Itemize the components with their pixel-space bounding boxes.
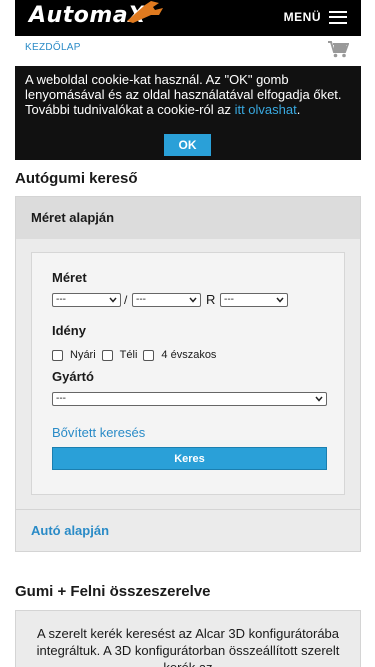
wrench-icon bbox=[127, 1, 163, 23]
profile-select-value: --- bbox=[136, 294, 146, 305]
search-button[interactable]: Keres bbox=[52, 447, 327, 470]
brand-select[interactable]: --- bbox=[52, 392, 327, 406]
size-search-form: Méret --- / --- R --- Idény Nyári Téli 4… bbox=[31, 252, 345, 495]
tab-car-label: Autó alapján bbox=[31, 523, 110, 538]
summer-checkbox[interactable] bbox=[52, 349, 63, 361]
profile-select[interactable]: --- bbox=[132, 293, 201, 307]
brand-label: Gyártó bbox=[52, 369, 94, 384]
allseason-checkbox[interactable] bbox=[143, 349, 155, 361]
tab-size-search[interactable]: Méret alapján bbox=[16, 197, 360, 239]
tab-car-search[interactable]: Autó alapján bbox=[16, 509, 360, 551]
rim-select-value: --- bbox=[224, 294, 234, 305]
summer-label: Nyári bbox=[70, 349, 96, 361]
home-link[interactable]: KEZDŐLAP bbox=[25, 42, 81, 53]
cookie-banner: A weboldal cookie-kat használ. Az "OK" g… bbox=[15, 66, 361, 160]
cookie-info-link[interactable]: itt olvashat bbox=[235, 102, 297, 117]
width-select-value: --- bbox=[56, 294, 66, 305]
breadcrumb-bar: KEZDŐLAP bbox=[15, 36, 361, 64]
allseason-label: 4 évszakos bbox=[161, 349, 217, 361]
cookie-text-end: . bbox=[296, 102, 301, 117]
size-separator: / bbox=[124, 293, 128, 307]
chevron-down-icon bbox=[189, 297, 197, 303]
top-header: AutomaX MENÜ bbox=[15, 0, 361, 36]
rim-r-label: R bbox=[206, 292, 216, 307]
cart-icon[interactable] bbox=[327, 40, 349, 58]
menu-label: MENÜ bbox=[283, 10, 321, 24]
season-options: Nyári Téli 4 évszakos bbox=[52, 349, 218, 361]
winter-checkbox[interactable] bbox=[101, 349, 113, 361]
wheel-section-title: Gumi + Felni összeszerelve bbox=[15, 583, 211, 600]
alcar-info-box: A szerelt kerék keresést az Alcar 3D kon… bbox=[15, 610, 361, 667]
hamburger-icon bbox=[329, 10, 347, 24]
chevron-down-icon bbox=[109, 297, 117, 303]
cookie-ok-button[interactable]: OK bbox=[164, 134, 211, 156]
width-select[interactable]: --- bbox=[52, 293, 121, 307]
size-search-body: Méret --- / --- R --- Idény Nyári Téli 4… bbox=[16, 239, 360, 509]
chevron-down-icon bbox=[276, 297, 284, 303]
advanced-search-link[interactable]: Bővített keresés bbox=[52, 425, 145, 440]
season-label: Idény bbox=[52, 323, 86, 338]
chevron-down-icon bbox=[315, 396, 323, 402]
size-label: Méret bbox=[52, 270, 87, 285]
brand-select-value: --- bbox=[56, 393, 66, 404]
tire-search-title: Autógumi kereső bbox=[15, 170, 138, 187]
tire-search-panel: Méret alapján Méret --- / --- R --- Idén… bbox=[15, 196, 361, 552]
rim-select[interactable]: --- bbox=[220, 293, 288, 307]
winter-label: Téli bbox=[119, 349, 138, 361]
tab-size-label: Méret alapján bbox=[31, 210, 115, 225]
alcar-text: A szerelt kerék keresést az Alcar 3D kon… bbox=[36, 626, 340, 667]
automax-logo[interactable]: AutomaX bbox=[29, 1, 163, 29]
menu-button[interactable]: MENÜ bbox=[284, 10, 347, 24]
